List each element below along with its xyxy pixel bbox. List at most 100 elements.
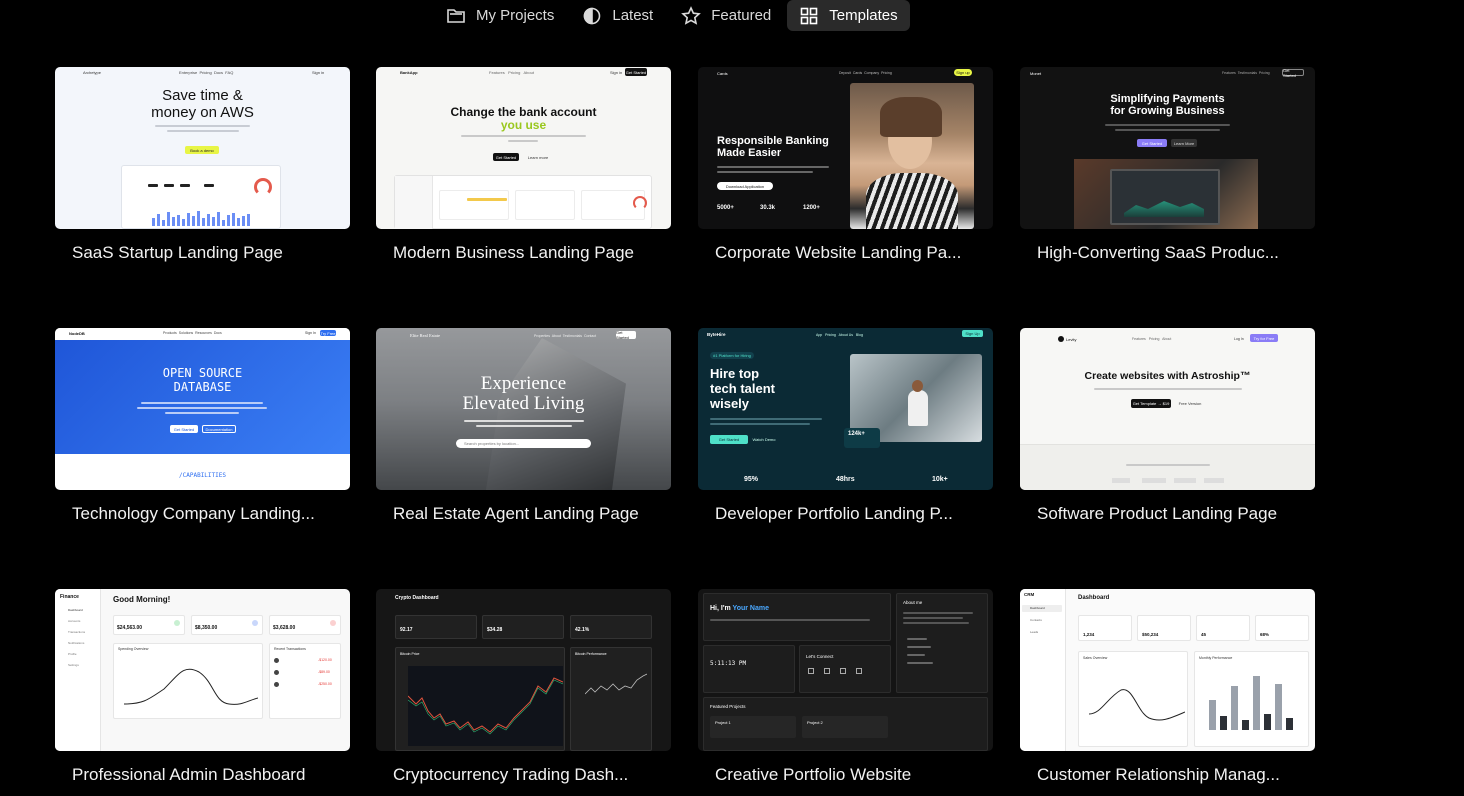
template-thumbnail: Monet Features Testimonials Pricing Get …	[1020, 67, 1315, 229]
thumb-signin: Sign In	[305, 331, 316, 335]
half-circle-icon	[584, 7, 601, 24]
thumb-brand: BankApp	[400, 70, 418, 75]
thumb-laptop-photo	[1074, 159, 1258, 229]
thumb-brand: Archetype	[83, 70, 102, 75]
thumb-cta: Sign Up	[962, 330, 983, 337]
thumb-headline: Hire top tech talent wisely	[710, 366, 776, 411]
thumb-stat: 1200+	[803, 205, 820, 211]
thumb-about-card: About me	[896, 593, 988, 693]
thumb-spending-chart: Spending Overview	[113, 643, 263, 719]
thumb-hero	[55, 340, 350, 454]
thumb-sales-chart: Sales Overview	[1078, 651, 1188, 747]
tab-my-projects[interactable]: My Projects	[434, 0, 566, 31]
thumb-greeting: Good Morning!	[113, 595, 171, 604]
tab-label: Featured	[711, 7, 772, 24]
thumb-nav: Properties About Testimonials Contact	[534, 334, 597, 338]
template-thumbnail: BankApp Features Pricing About Sign in G…	[376, 67, 671, 229]
thumb-button: Get Started	[1137, 139, 1167, 147]
thumb-bitcoin-chart: Bitcoin Price	[395, 647, 565, 751]
template-thumbnail: Crypto Dashboard 92.17 $34.28 42.1% Bitc…	[376, 589, 671, 751]
template-title: Customer Relationship Manag...	[1037, 765, 1280, 784]
thumb-cta: Sign up	[954, 69, 972, 76]
thumb-headline: Experience Elevated Living	[462, 373, 585, 414]
template-card-corporate[interactable]: Cards Deposit Cards Company Pricing Sign…	[698, 67, 993, 262]
template-title: Professional Admin Dashboard	[72, 765, 306, 784]
thumb-cta: Get Started	[625, 68, 647, 76]
template-thumbnail: Hi, I'm Your Name About me 5:11:13 PM Le…	[698, 589, 993, 751]
template-title: Technology Company Landing...	[72, 504, 315, 523]
thumb-float-card: 124k+	[844, 428, 880, 448]
thumb-nav: Deposit Cards Company Pricing	[839, 71, 892, 75]
thumb-stat: 30.3k	[760, 205, 776, 211]
thumb-portrait-photo	[850, 83, 974, 229]
thumb-button: Get Started	[710, 435, 748, 444]
thumb-cta: Get Started	[1282, 68, 1304, 78]
thumb-performance-chart: Monthly Performance	[1194, 651, 1309, 747]
thumb-intro-card: Hi, I'm Your Name	[703, 593, 891, 641]
template-card-admin-dashboard[interactable]: Finance Dashboard Accounts Transactions …	[55, 589, 350, 784]
thumb-projects-card: Featured Projects Project 1 Project 2	[703, 697, 988, 751]
thumb-login: Log In	[1234, 337, 1244, 341]
tab-featured[interactable]: Featured	[669, 0, 783, 31]
thumb-subtext	[155, 125, 250, 127]
template-thumbnail: Elite Real Estate Properties About Testi…	[376, 328, 671, 490]
thumb-button: Learn More	[1171, 139, 1197, 147]
template-title: Software Product Landing Page	[1037, 504, 1278, 523]
thumb-brand: Elite Real Estate	[410, 333, 440, 338]
template-card-crypto-dashboard[interactable]: Crypto Dashboard 92.17 $34.28 42.1% Bitc…	[376, 589, 671, 784]
template-thumbnail: Levity Features Pricing About Log In Try…	[1020, 328, 1315, 490]
thumb-brand: Cards	[717, 71, 728, 76]
thumb-title: Dashboard	[1078, 595, 1110, 601]
thumb-cta: Get Started	[616, 330, 636, 340]
thumb-title: Crypto Dashboard	[395, 595, 439, 601]
thumb-sidebar	[1020, 589, 1066, 751]
template-card-technology-company[interactable]: NodeDB Products Solutions Resources Docs…	[55, 328, 350, 523]
template-card-creative-portfolio[interactable]: Hi, I'm Your Name About me 5:11:13 PM Le…	[698, 589, 993, 784]
template-title: Modern Business Landing Page	[393, 243, 634, 262]
template-thumbnail: NodeDB Products Solutions Resources Docs…	[55, 328, 350, 490]
template-thumbnail: CRM Dashboard Contacts Leads Dashboard 1…	[1020, 589, 1315, 751]
thumb-cta: Try Free	[320, 330, 336, 336]
thumb-badge: #1 Platform for Hiring	[710, 352, 754, 359]
template-card-saas-startup[interactable]: Archetype Enterprise Pricing Docs FAQ Si…	[55, 67, 350, 262]
thumb-cta: Try for Free	[1250, 334, 1278, 342]
thumb-brand: Finance	[60, 594, 79, 600]
template-title: Developer Portfolio Landing P...	[715, 504, 953, 523]
thumb-brand: ByteHire	[707, 332, 726, 337]
thumb-stat: 95%	[744, 476, 759, 483]
thumb-brand: Monet	[1030, 71, 1042, 76]
thumb-nav: Enterprise Pricing Docs FAQ	[179, 70, 234, 75]
template-card-developer-portfolio[interactable]: ByteHire App Pricing About Us Blog Sign …	[698, 328, 993, 523]
thumb-nav: Products Solutions Resources Docs	[163, 331, 222, 335]
thumb-capabilities: /CAPABILITIES	[179, 472, 226, 479]
tab-label: Templates	[829, 7, 898, 24]
thumb-dashboard-mock	[121, 165, 281, 229]
template-card-modern-business[interactable]: BankApp Features Pricing About Sign in G…	[376, 67, 671, 262]
thumb-brand: Levity	[1066, 337, 1077, 342]
template-title: SaaS Startup Landing Page	[72, 243, 283, 262]
thumb-nav: App Pricing About Us Blog	[816, 333, 863, 337]
template-card-software-product[interactable]: Levity Features Pricing About Log In Try…	[1020, 328, 1315, 523]
template-card-crm[interactable]: CRM Dashboard Contacts Leads Dashboard 1…	[1020, 589, 1315, 784]
thumb-bars	[152, 206, 272, 226]
thumb-nav: Features Testimonials Pricing	[1222, 71, 1270, 75]
thumb-sidebar	[55, 589, 101, 751]
tab-latest[interactable]: Latest	[570, 0, 665, 31]
thumb-headline-accent: you use	[500, 118, 547, 132]
thumb-signin: Sign in	[312, 70, 325, 75]
tab-templates[interactable]: Templates	[787, 0, 910, 31]
thumb-button: Free Version	[1178, 401, 1202, 406]
template-thumbnail: Cards Deposit Cards Company Pricing Sign…	[698, 67, 993, 229]
thumb-brand: CRM	[1024, 592, 1035, 597]
folder-icon	[447, 8, 465, 23]
template-title: High-Converting SaaS Produc...	[1037, 243, 1279, 262]
thumb-connect-card: Let's Connect	[799, 645, 891, 693]
template-card-real-estate[interactable]: Elite Real Estate Properties About Testi…	[376, 328, 671, 523]
star-icon	[681, 5, 702, 25]
thumb-logo	[1058, 336, 1064, 342]
thumb-dashboard-mock	[394, 175, 652, 229]
template-card-high-converting-saas[interactable]: Monet Features Testimonials Pricing Get …	[1020, 67, 1315, 262]
grid-icon	[800, 7, 818, 24]
thumb-demo-button: Book a demo	[185, 146, 219, 154]
thumb-stat: 5000+	[717, 205, 734, 211]
